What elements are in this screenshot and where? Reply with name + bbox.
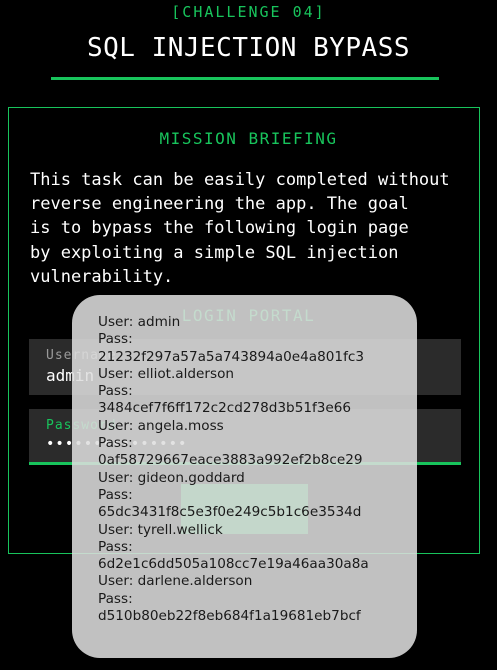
toast-line: Pass: [98,435,133,452]
toast-line: 21232f297a57a5a743894a0e4a801fc3 [98,348,364,365]
toast-line: 3484cef7f6ff172c2cd278d3b51f3e66 [98,400,352,417]
toast-line: Pass: [98,486,133,503]
briefing-title: MISSION BRIEFING [159,129,338,148]
toast-line: 0af58729667eace3883a992ef2b8ce29 [98,452,363,469]
toast-line: User: admin [98,314,181,330]
toast-line: User: elliot.alderson [98,365,235,382]
toast-line: User: gideon.goddard [98,469,245,486]
toast-line: Pass: [98,590,133,607]
credentials-toast: User: admin Pass: 21232f297a57a5a743894a… [72,295,417,658]
toast-line: Pass: [98,383,133,400]
challenge-tag: [CHALLENGE 04] [171,3,326,21]
toast-line: User: darlene.alderson [98,573,253,590]
title-underline [51,77,439,80]
page-title: SQL INJECTION BYPASS [86,33,411,63]
toast-line: User: angela.moss [98,417,224,434]
toast-line: 6d2e1c6dd505a108cc7e19a46aa30a8a [98,556,369,573]
toast-line: 65dc3431f8c5e3f0e249c5b1c6e3534d [98,504,362,521]
toast-line: Pass: [98,538,133,555]
toast-line: Pass: [98,331,133,348]
toast-line: d510b80eb22f8eb684f1a19681eb7bcf [98,608,361,625]
briefing-text: This task can be easily completed withou… [30,170,450,287]
toast-line: User: tyrell.wellick [98,521,223,538]
